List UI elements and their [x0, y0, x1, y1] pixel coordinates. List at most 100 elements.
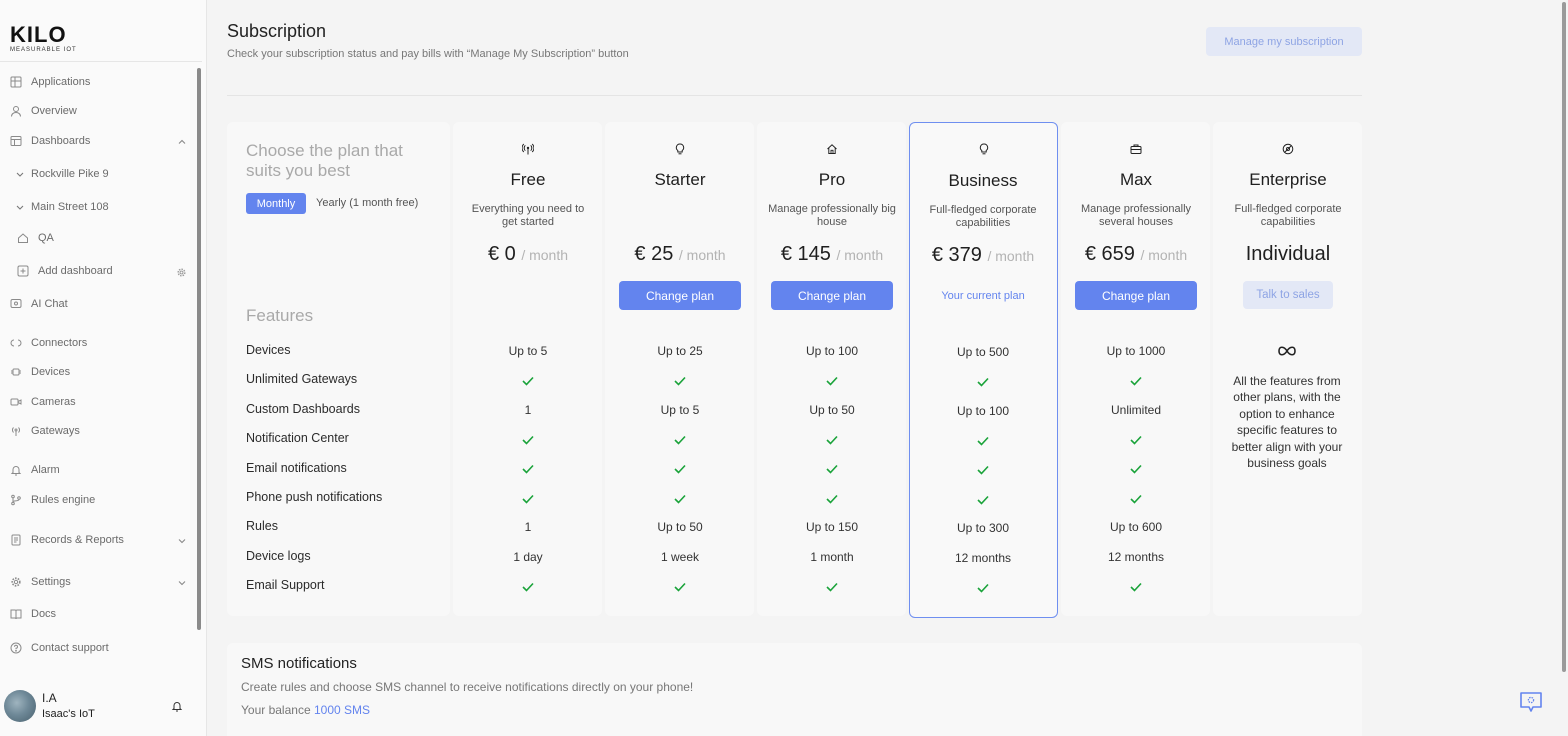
sidebar-item-label: QA [38, 232, 54, 244]
feature-value-business: Up to 100 [956, 404, 1010, 418]
gear-icon[interactable] [176, 267, 187, 278]
sidebar-item-add-dashboard[interactable]: Add dashboard [17, 261, 113, 281]
feature-label: Notification Center [246, 431, 349, 445]
talk-to-sales-button[interactable]: Talk to sales [1243, 281, 1333, 309]
plan-desc-max: Manage professionally several houses [1080, 203, 1192, 228]
sidebar-item-docs[interactable]: Docs [10, 604, 56, 624]
plan-desc-pro: Manage professionally big house [768, 203, 896, 228]
check-icon [826, 435, 838, 445]
sidebar-scrollbar[interactable] [197, 68, 201, 630]
check-icon [522, 582, 534, 592]
sidebar-divider [0, 61, 202, 62]
sidebar-item-settings[interactable]: Settings [10, 572, 71, 592]
book-icon [10, 608, 22, 620]
chevron-up-icon[interactable] [177, 137, 187, 147]
plan-name-max: Max [1119, 170, 1153, 189]
bulb-icon [979, 143, 989, 155]
current-plan-label: Your current plan [941, 290, 1025, 302]
sidebar-item-label: Main Street 108 [31, 201, 109, 213]
page-scrollbar[interactable] [1562, 2, 1566, 672]
choose-plan-title: Choose the plan that suits you best [246, 141, 403, 180]
sidebar-item-label: Applications [31, 76, 91, 88]
sidebar-item-label: Devices [31, 366, 71, 378]
plan-desc-business: Full-fledged corporate capabilities [929, 204, 1037, 229]
plan-card-starter [605, 122, 754, 616]
sms-balance-value[interactable]: 1000 SMS [314, 703, 370, 717]
change-plan-button-starter[interactable]: Change plan [619, 281, 741, 310]
feature-value-pro: Up to 150 [805, 520, 859, 534]
ai-chat-icon [10, 298, 22, 310]
plan-desc-enterprise: Full-fledged corporate capabilities [1234, 203, 1342, 228]
feature-label: Device logs [246, 549, 311, 563]
chat-support-icon[interactable] [1519, 691, 1543, 713]
feature-label: Phone push notifications [246, 490, 383, 504]
plus-square-icon [17, 265, 29, 277]
user-profile[interactable]: I.A Isaac's IoT [4, 688, 204, 724]
sidebar-item-rules-engine[interactable]: Rules engine [10, 490, 95, 510]
price-amount: 145 [797, 243, 831, 265]
sidebar-item-label: Settings [31, 576, 71, 588]
price-period: / month [521, 247, 569, 263]
check-icon [674, 435, 686, 445]
check-icon [977, 495, 989, 505]
manage-subscription-button[interactable]: Manage my subscription [1206, 27, 1362, 56]
sidebar-item-connectors[interactable]: Connectors [10, 333, 87, 353]
change-plan-button-pro[interactable]: Change plan [771, 281, 893, 310]
gear-icon [10, 576, 22, 588]
help-icon [10, 642, 22, 654]
feature-value-max: 12 months [1107, 550, 1165, 564]
sidebar-item-dashboards[interactable]: Dashboards [10, 131, 90, 151]
home-icon [827, 144, 837, 154]
bell-icon [10, 464, 22, 476]
notifications-bell-icon[interactable] [171, 700, 183, 712]
plan-price-max: € 659 / month [1084, 243, 1188, 265]
sidebar-item-qa[interactable]: QA [17, 228, 54, 248]
enterprise-features-text: All the features from other plans, with … [1231, 374, 1343, 471]
feature-value-pro: Up to 50 [809, 403, 855, 417]
header-divider [227, 95, 1362, 96]
user-org: Isaac's IoT [42, 708, 95, 720]
change-plan-button-max[interactable]: Change plan [1075, 281, 1197, 310]
feature-value-business: Up to 500 [956, 345, 1010, 359]
sidebar-item-records-reports[interactable]: Records & Reports [10, 530, 124, 550]
chevron-down-icon[interactable] [177, 536, 187, 546]
sidebar-item-overview[interactable]: Overview [10, 101, 77, 121]
sidebar-item-main-street-108[interactable]: Main Street 108 [14, 197, 109, 217]
plan-price-business: € 379 / month [931, 244, 1035, 266]
plan-card-pro [757, 122, 906, 616]
check-icon [1130, 582, 1142, 592]
sidebar-item-label: Gateways [31, 425, 80, 437]
sidebar-item-devices[interactable]: Devices [10, 362, 70, 382]
check-icon [977, 465, 989, 475]
feature-value-starter: Up to 50 [657, 520, 703, 534]
check-icon [522, 464, 534, 474]
feature-label: Devices [246, 343, 291, 357]
feature-value-free: 1 day [513, 550, 543, 564]
sidebar-item-gateways[interactable]: Gateways [10, 421, 80, 441]
feature-label: Email notifications [246, 461, 347, 475]
check-icon [1130, 464, 1142, 474]
page-subtitle: Check your subscription status and pay b… [227, 48, 629, 60]
check-icon [674, 494, 686, 504]
chevron-down-icon[interactable] [177, 578, 187, 588]
sidebar-item-contact-support[interactable]: Contact support [10, 638, 109, 658]
sidebar-item-alarm[interactable]: Alarm [10, 460, 60, 480]
feature-value-free: 1 [524, 520, 532, 534]
avatar[interactable] [4, 690, 36, 722]
logo[interactable]: KILO MEASURABLE IOT [10, 24, 77, 54]
briefcase-icon [1130, 144, 1142, 154]
billing-toggle-monthly[interactable]: Monthly [246, 193, 306, 214]
sidebar-item-label: Contact support [31, 642, 109, 654]
billing-toggle-yearly[interactable]: Yearly (1 month free) [316, 197, 418, 209]
sidebar-item-ai-chat[interactable]: AI Chat [10, 294, 68, 314]
check-icon [977, 436, 989, 446]
sidebar-item-applications[interactable]: Applications [10, 72, 90, 92]
sms-description: Create rules and choose SMS channel to r… [241, 680, 694, 694]
check-icon [1130, 435, 1142, 445]
sidebar-item-rockville-pike-9[interactable]: Rockville Pike 9 [14, 164, 109, 184]
sidebar-item-cameras[interactable]: Cameras [10, 392, 76, 412]
check-icon [674, 582, 686, 592]
grid-icon [10, 76, 22, 88]
feature-value-starter: Up to 5 [660, 403, 700, 417]
feature-label: Unlimited Gateways [246, 372, 358, 386]
